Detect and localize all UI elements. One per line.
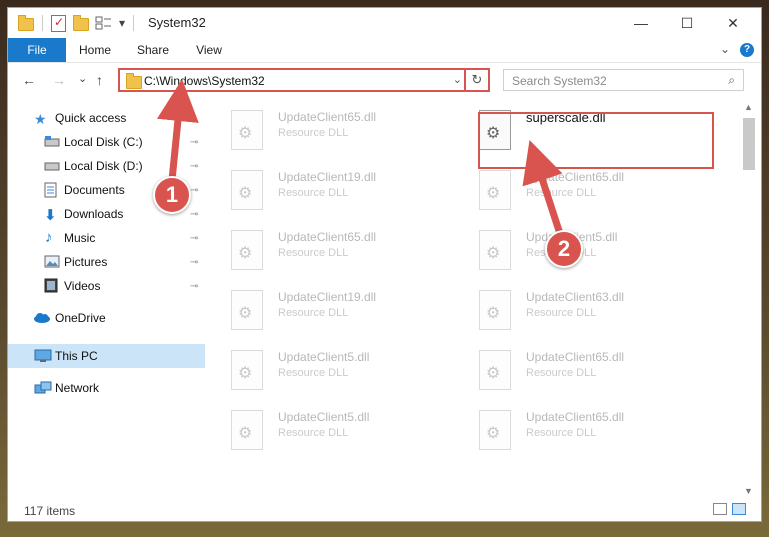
step-1-badge: 1	[153, 176, 191, 214]
arrow-step-1	[157, 79, 199, 181]
arrow-step-2	[522, 140, 566, 242]
step-2-badge: 2	[545, 230, 583, 268]
annotation-arrows	[157, 79, 566, 242]
